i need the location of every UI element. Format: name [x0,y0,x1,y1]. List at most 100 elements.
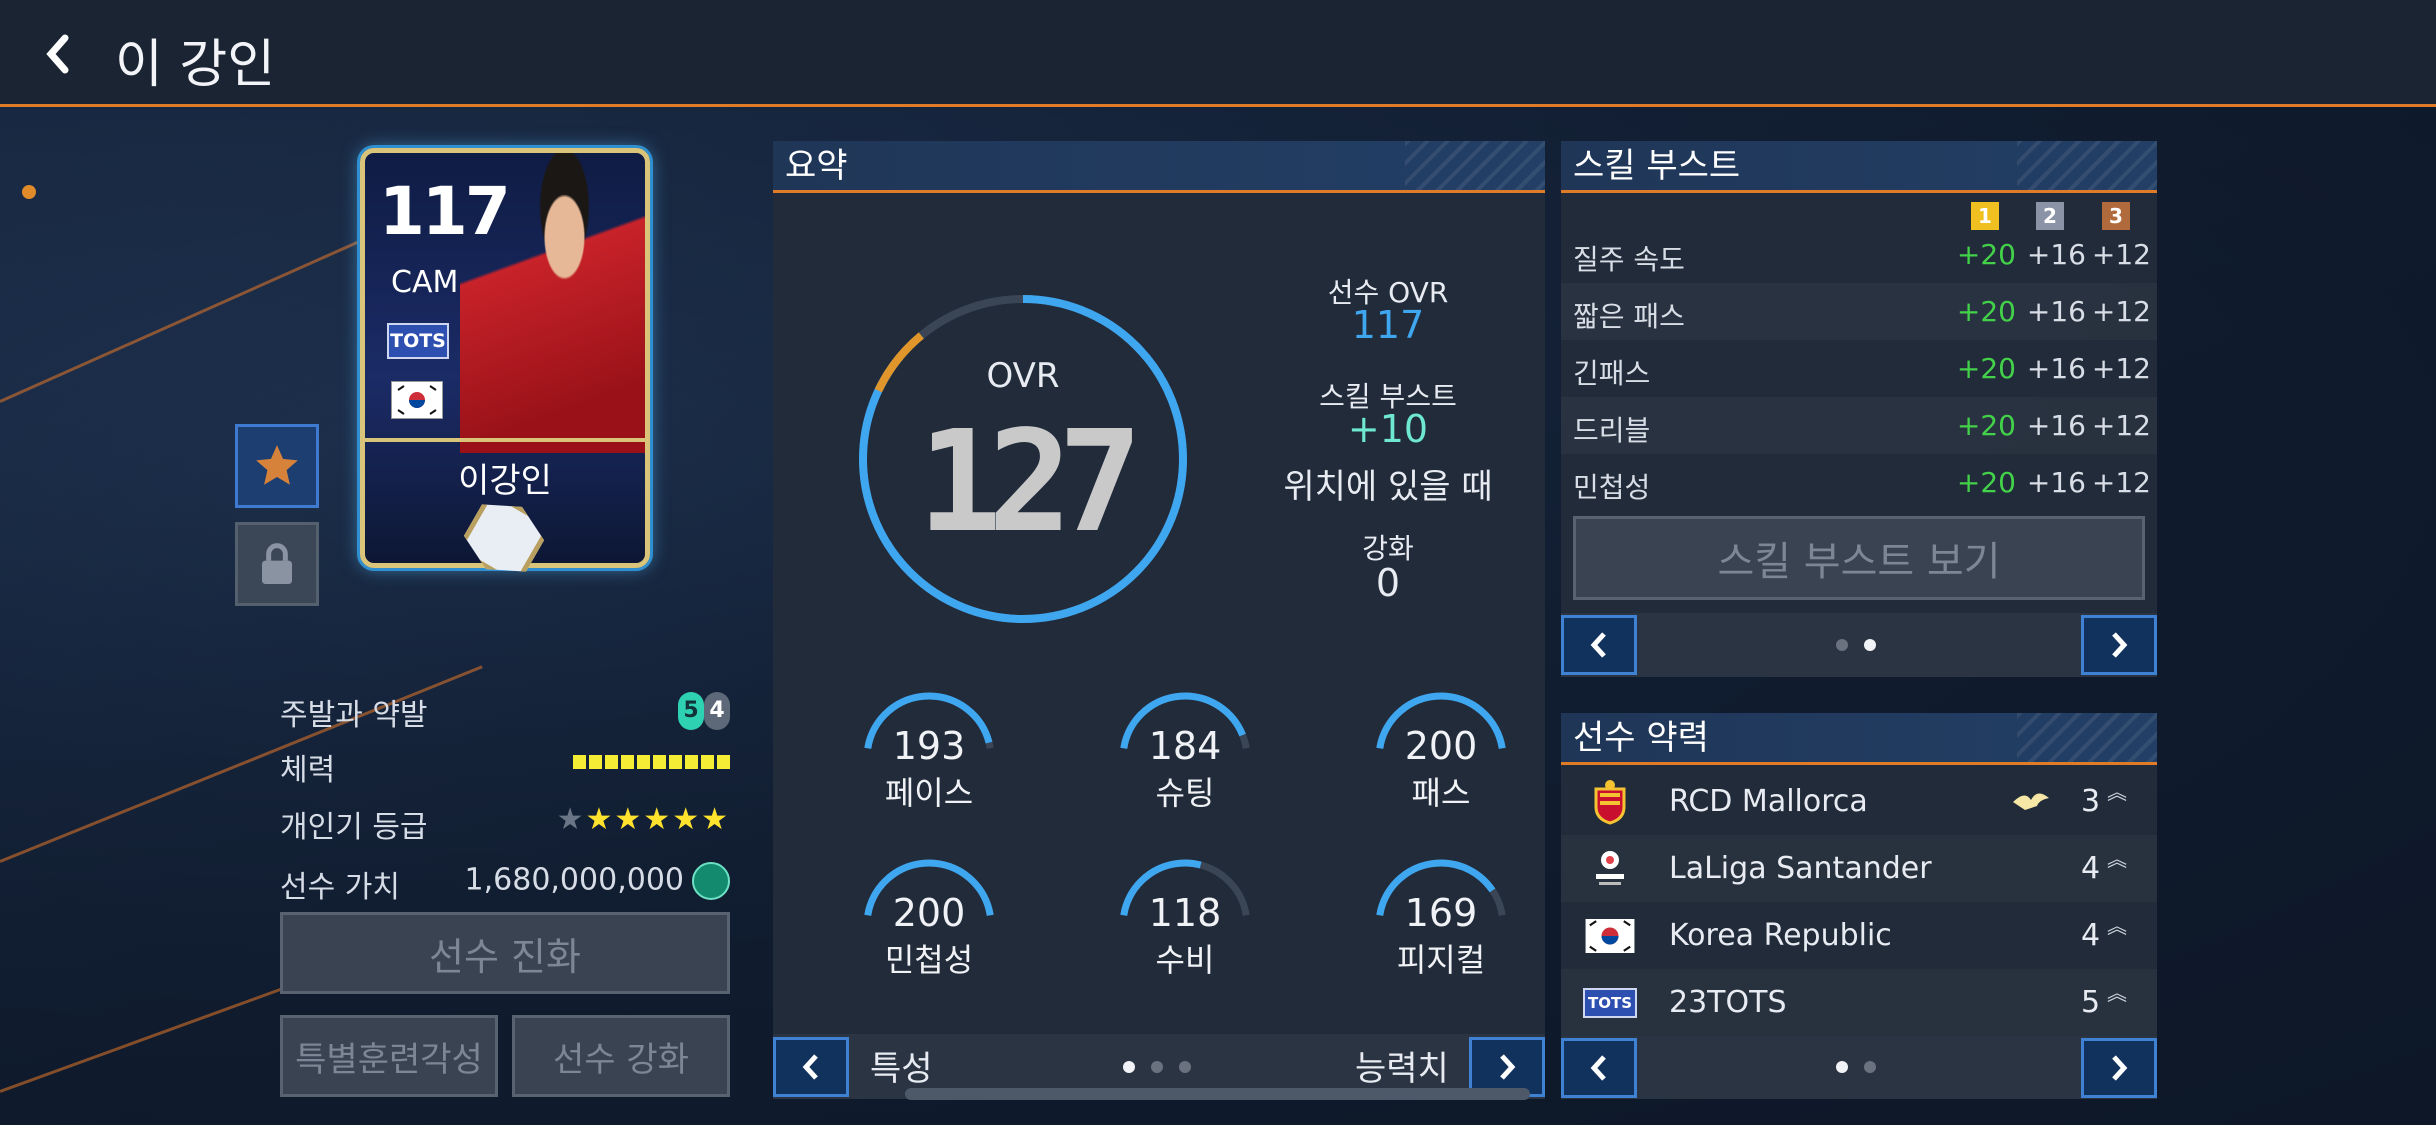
stat-value: 193 [892,724,966,768]
boost-row: 긴패스 +20 +16 +12 [1561,340,2157,397]
stamina-bar [573,755,730,769]
popularity-row: 개인기 등급 ★★★★★★ [280,802,730,845]
team-prev-button[interactable] [1561,1038,1637,1098]
chevron-right-icon [2112,632,2128,658]
team-row[interactable]: RCD Mallorca 3 ︽ [1561,768,2157,835]
stat-cell: 169 피지컬 [1366,853,1516,983]
horizontal-scrollbar[interactable] [905,1088,1530,1100]
page-dot[interactable] [1864,1061,1876,1073]
skill-boost-next-button[interactable] [2081,615,2157,675]
enhance-button[interactable]: 선수 강화 [512,1015,730,1097]
card-player-name: 이강인 [458,461,552,501]
boost-skill-name: 짧은 패스 [1573,300,1685,333]
page-dot[interactable] [1151,1061,1163,1073]
tots-badge-icon: TOTS [1583,981,1637,1025]
mallorca-crest-icon [1583,780,1637,825]
player-card[interactable]: 117 CAM TOTS 이강인 [360,148,650,568]
double-chevron-up-icon: ︽ [2107,780,2127,804]
value-row: 선수 가치 1,680,000,000 [280,862,730,905]
skill-boost-panel: 스킬 부스트 123 질주 속도 +20 +16 +12 짧은 패스 +20 +16 +12 긴… [1561,141,2157,677]
boost-value: +16 [2026,466,2086,499]
foot-values: 54 [678,690,730,730]
stat-label: 민첩성 [884,941,974,979]
page-dot[interactable] [1836,639,1848,651]
traits-tab[interactable]: 특성 [870,1041,933,1090]
lock-button[interactable] [235,522,319,606]
team-page-dots [1836,1061,1876,1073]
laliga-logo-icon [1583,847,1637,891]
value-amount: 1,680,000,000 [465,862,730,900]
page-dot[interactable] [1123,1061,1135,1073]
header-hatch [2017,141,2157,190]
stat-label: 패스 [1411,774,1471,812]
boost-value: +12 [2091,409,2151,442]
back-button[interactable] [28,24,88,84]
foot-label: 주발과 약발 [280,698,428,733]
stat-cell: 200 패스 [1366,686,1516,816]
page-dot[interactable] [1836,1061,1848,1073]
boost-value: +16 [2026,295,2086,328]
skill-boost-header: 스킬 부스트 [1561,141,2157,193]
boost-row: 민첩성 +20 +16 +12 [1561,454,2157,511]
team-next-button[interactable] [2081,1038,2157,1098]
skill-boost-prev-button[interactable] [1561,615,1637,675]
team-emblem-icon [2011,786,2051,824]
weak-foot-value: 4 [704,692,730,730]
player-value: 1,680,000,000 [464,862,684,898]
special-training-button[interactable]: 특별훈련각성 [280,1015,498,1097]
team-name: LaLiga Santander [1669,851,1932,886]
stat-label: 피지컬 [1396,941,1486,979]
boost-value: +12 [2091,295,2151,328]
summary-page-dots [1123,1061,1191,1073]
chevron-left-icon [1590,632,1606,658]
view-skill-boost-button[interactable]: 스킬 부스트 보기 [1573,516,2145,600]
stat-value: 200 [1404,724,1478,768]
chevron-right-icon [2112,1055,2128,1081]
summary-title: 요약 [785,146,848,186]
team-row[interactable]: Korea Republic 4 ︽ [1561,902,2157,969]
boost-value: +20 [1956,295,2016,328]
page-title: 이 강인 [115,35,276,95]
boost-skill-name: 민첩성 [1573,471,1651,504]
popularity-stars: ★★★★★★ [557,802,730,837]
boost-value: +20 [1956,466,2016,499]
card-position: CAM [391,265,459,300]
stamina-segment [621,755,634,769]
evolve-button[interactable]: 선수 진화 [280,912,730,994]
team-strength-panel: 선수 약력 RCD Mallorca 3 ︽ LaLiga Santander … [1561,713,2157,1099]
summary-prev-button[interactable] [773,1037,849,1097]
card-ovr: 117 [379,173,511,250]
stat-label: 페이스 [884,774,974,812]
popularity-label: 개인기 등급 [280,810,428,845]
stamina-label: 체력 [280,753,336,788]
page-dot[interactable] [1864,639,1876,651]
favorite-button[interactable] [235,424,319,508]
stat-value: 169 [1404,891,1478,935]
korea-flag-icon [391,381,443,419]
ovr-label: OVR [986,356,1060,396]
stamina-segment [685,755,698,769]
stat-cell: 193 페이스 [854,686,1004,816]
ovr-value: 127 [917,401,1143,564]
team-name: 23TOTS [1669,985,1787,1020]
boost-value: +16 [2026,352,2086,385]
boost-skill-name: 긴패스 [1573,357,1651,390]
boost-value: +20 [1956,352,2016,385]
team-level: 4 [2081,918,2101,953]
team-strength-header: 선수 약력 [1561,713,2157,765]
star-filled-icons: ★★★★★ [585,802,730,837]
boost-row: 드리블 +20 +16 +12 [1561,397,2157,454]
boost-value: +20 [1956,409,2016,442]
stat-label: 수비 [1155,941,1215,979]
stats-tab[interactable]: 능력치 [1355,1041,1449,1090]
team-name: RCD Mallorca [1669,784,1868,819]
team-row[interactable]: LaLiga Santander 4 ︽ [1561,835,2157,902]
stat-cell: 200 민첩성 [854,853,1004,983]
stamina-row: 체력 [280,745,730,788]
team-strength-title: 선수 약력 [1573,718,1709,758]
chevron-left-icon [802,1054,818,1080]
page-dot[interactable] [1179,1061,1191,1073]
stamina-segment [669,755,682,769]
stamina-segment [653,755,666,769]
team-row[interactable]: TOTS 23TOTS 5 ︽ [1561,969,2157,1036]
